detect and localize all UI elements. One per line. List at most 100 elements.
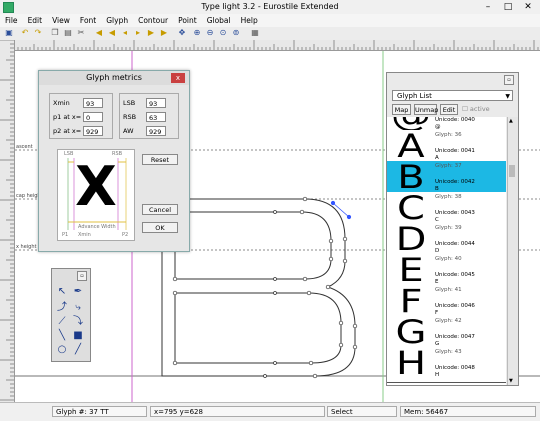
preview-lsb-label: LSB (64, 151, 74, 157)
edit-button[interactable]: Edit (440, 104, 458, 115)
undo-icon[interactable]: ↶ (20, 28, 30, 38)
first-icon[interactable]: ◀ (94, 28, 104, 38)
ellipse-tool-icon[interactable]: ○ (56, 344, 68, 356)
glyph-unicode: Unicode: 0046 (435, 303, 475, 309)
map-button[interactable]: Map (392, 104, 411, 115)
close-button[interactable]: ✕ (518, 1, 538, 13)
menu-font[interactable]: Font (75, 14, 101, 27)
lsb-field[interactable]: 93 (146, 98, 166, 108)
cancel-button[interactable]: Cancel (142, 204, 178, 215)
glyph-number: Glyph: 36 (435, 132, 462, 138)
panel-close-icon[interactable]: ▫ (504, 75, 514, 85)
cut-icon[interactable]: ✂ (76, 28, 86, 38)
zoom-fit-icon[interactable]: ⊙ (218, 28, 228, 38)
p2-label: p2 at x= (53, 127, 82, 135)
menu-contour[interactable]: Contour (133, 14, 173, 27)
menu-glyph[interactable]: Glyph (101, 14, 133, 27)
xmin-field[interactable]: 93 (83, 98, 103, 108)
next-step-icon[interactable]: ▸ (133, 28, 143, 38)
active-checkbox-label: active (469, 105, 490, 113)
status-mode: Select (327, 406, 397, 417)
scroll-down-icon[interactable]: ▼ (509, 378, 513, 384)
vertical-ruler (0, 39, 15, 402)
minimize-button[interactable]: – (478, 1, 498, 13)
save-icon[interactable]: ▣ (4, 28, 14, 38)
prev-icon[interactable]: ◀ (107, 28, 117, 38)
menu-edit[interactable]: Edit (23, 14, 48, 27)
zoom-out-icon[interactable]: ⊖ (205, 28, 215, 38)
curve-tool-icon[interactable]: ⤴ (56, 302, 68, 314)
glyph-number: Glyph: 42 (435, 318, 462, 324)
last-icon[interactable]: ▶ (159, 28, 169, 38)
menu-global[interactable]: Global (202, 14, 236, 27)
tangent-tool-icon[interactable]: ⤷ (72, 302, 84, 314)
palette-close-icon[interactable]: ▫ (77, 271, 87, 281)
glyph-metrics-dialog: Glyph metrics x Xmin 93 p1 at x= 0 p2 at… (38, 70, 190, 252)
maximize-button[interactable]: □ (498, 1, 518, 13)
glyph-unicode: Unicode: 0048 (435, 365, 475, 371)
tool-options-icon[interactable]: ▦ (250, 28, 260, 38)
glyph-list-select[interactable]: Glyph List ▼ (392, 90, 513, 101)
corner-tool-icon[interactable]: ⟋ (56, 316, 68, 328)
paste-icon[interactable]: ▤ (63, 28, 73, 38)
line-tool-icon[interactable]: ╲ (56, 330, 68, 342)
glyph-unicode: Unicode: 0040 (435, 117, 475, 123)
active-checkbox[interactable]: ☐ active (462, 104, 490, 115)
ascent-label: ascent (16, 144, 33, 150)
window-title: Type light 3.2 - Eurostile Extended (201, 2, 339, 11)
preview-xmin-label: Xmin (78, 232, 91, 238)
zoom-full-icon[interactable]: ⊚ (231, 28, 241, 38)
title-bar: Type light 3.2 - Eurostile Extended – □ … (0, 0, 540, 14)
menu-bar: File Edit View Font Glyph Contour Point Global H… (0, 14, 540, 27)
toolbar: ▣ ↶ ↷ ❐ ▤ ✂ ◀ ◀ ◂ ▸ ▶ ▶ ✥ ⊕ ⊖ ⊙ ⊚ ▦ (0, 27, 540, 41)
unmap-button[interactable]: Unmap (414, 104, 438, 115)
status-glyph: Glyph #: 37 TT (52, 406, 147, 417)
glyph-number: Glyph: 39 (435, 225, 462, 231)
rectangle-tool-icon[interactable]: ■ (72, 330, 84, 342)
chevron-down-icon: ▼ (505, 93, 510, 100)
aw-label: AW (123, 127, 134, 135)
move-icon[interactable]: ✥ (177, 28, 187, 38)
select-tool-icon[interactable]: ↖ (56, 286, 68, 298)
status-coords: x=795 y=628 (150, 406, 325, 417)
lsb-label: LSB (123, 99, 136, 107)
glyph-list-panel: ▫ Glyph List ▼ Map Unmap Edit ☐ active @… (386, 72, 519, 386)
scroll-thumb[interactable] (509, 165, 515, 177)
p1-field[interactable]: 0 (83, 112, 103, 122)
aw-field[interactable]: 929 (146, 126, 166, 136)
glyph-list-item[interactable]: H Glyph: 43 Unicode: 0048 H (387, 345, 506, 383)
p2-field[interactable]: 929 (83, 126, 103, 136)
tools-palette: ▫ ↖ ✒ ⤴ ⤷ ⟋ ⤵ ╲ ■ ○ ╱ (51, 268, 91, 362)
glyph-unicode: Unicode: 0045 (435, 272, 475, 278)
rsb-field[interactable]: 63 (146, 112, 166, 122)
menu-file[interactable]: File (0, 14, 23, 27)
glyph-number: Glyph: 38 (435, 194, 462, 200)
smooth-tool-icon[interactable]: ⤵ (72, 316, 84, 328)
reset-button[interactable]: Reset (142, 154, 178, 165)
next-icon[interactable]: ▶ (146, 28, 156, 38)
glyph-number: Glyph: 43 (435, 349, 462, 355)
scroll-up-icon[interactable]: ▲ (509, 118, 513, 124)
dialog-close-button[interactable]: x (171, 73, 185, 83)
menu-point[interactable]: Point (173, 14, 202, 27)
ok-button[interactable]: OK (142, 222, 178, 233)
glyph-unicode: Unicode: 0042 (435, 179, 475, 185)
preview-p1-label: P1 (62, 232, 69, 238)
pen-tool-icon[interactable]: ✒ (72, 286, 84, 298)
preview-glyph: X (75, 155, 117, 218)
glyph-list-scrollbar[interactable]: ▲ ▼ (507, 117, 518, 385)
zoom-in-icon[interactable]: ⊕ (192, 28, 202, 38)
horizontal-ruler (13, 40, 540, 51)
copy-icon[interactable]: ❐ (50, 28, 60, 38)
status-memory: Mem: 56467 (400, 406, 536, 417)
menu-help[interactable]: Help (236, 14, 263, 27)
preview-p2-label: P2 (122, 232, 129, 238)
p1-label: p1 at x= (53, 113, 82, 121)
redo-icon[interactable]: ↷ (33, 28, 43, 38)
menu-view[interactable]: View (47, 14, 75, 27)
glyph-number: Glyph: 37 (435, 163, 462, 169)
prev-step-icon[interactable]: ◂ (120, 28, 130, 38)
glyph-list-rows: @Glyph: 35Unicode: 0040@AGlyph: 36Unicod… (387, 117, 506, 385)
metrics-preview: X LSB RSB Advance Width P1 Xmin P2 (57, 149, 135, 241)
knife-tool-icon[interactable]: ╱ (72, 344, 84, 356)
